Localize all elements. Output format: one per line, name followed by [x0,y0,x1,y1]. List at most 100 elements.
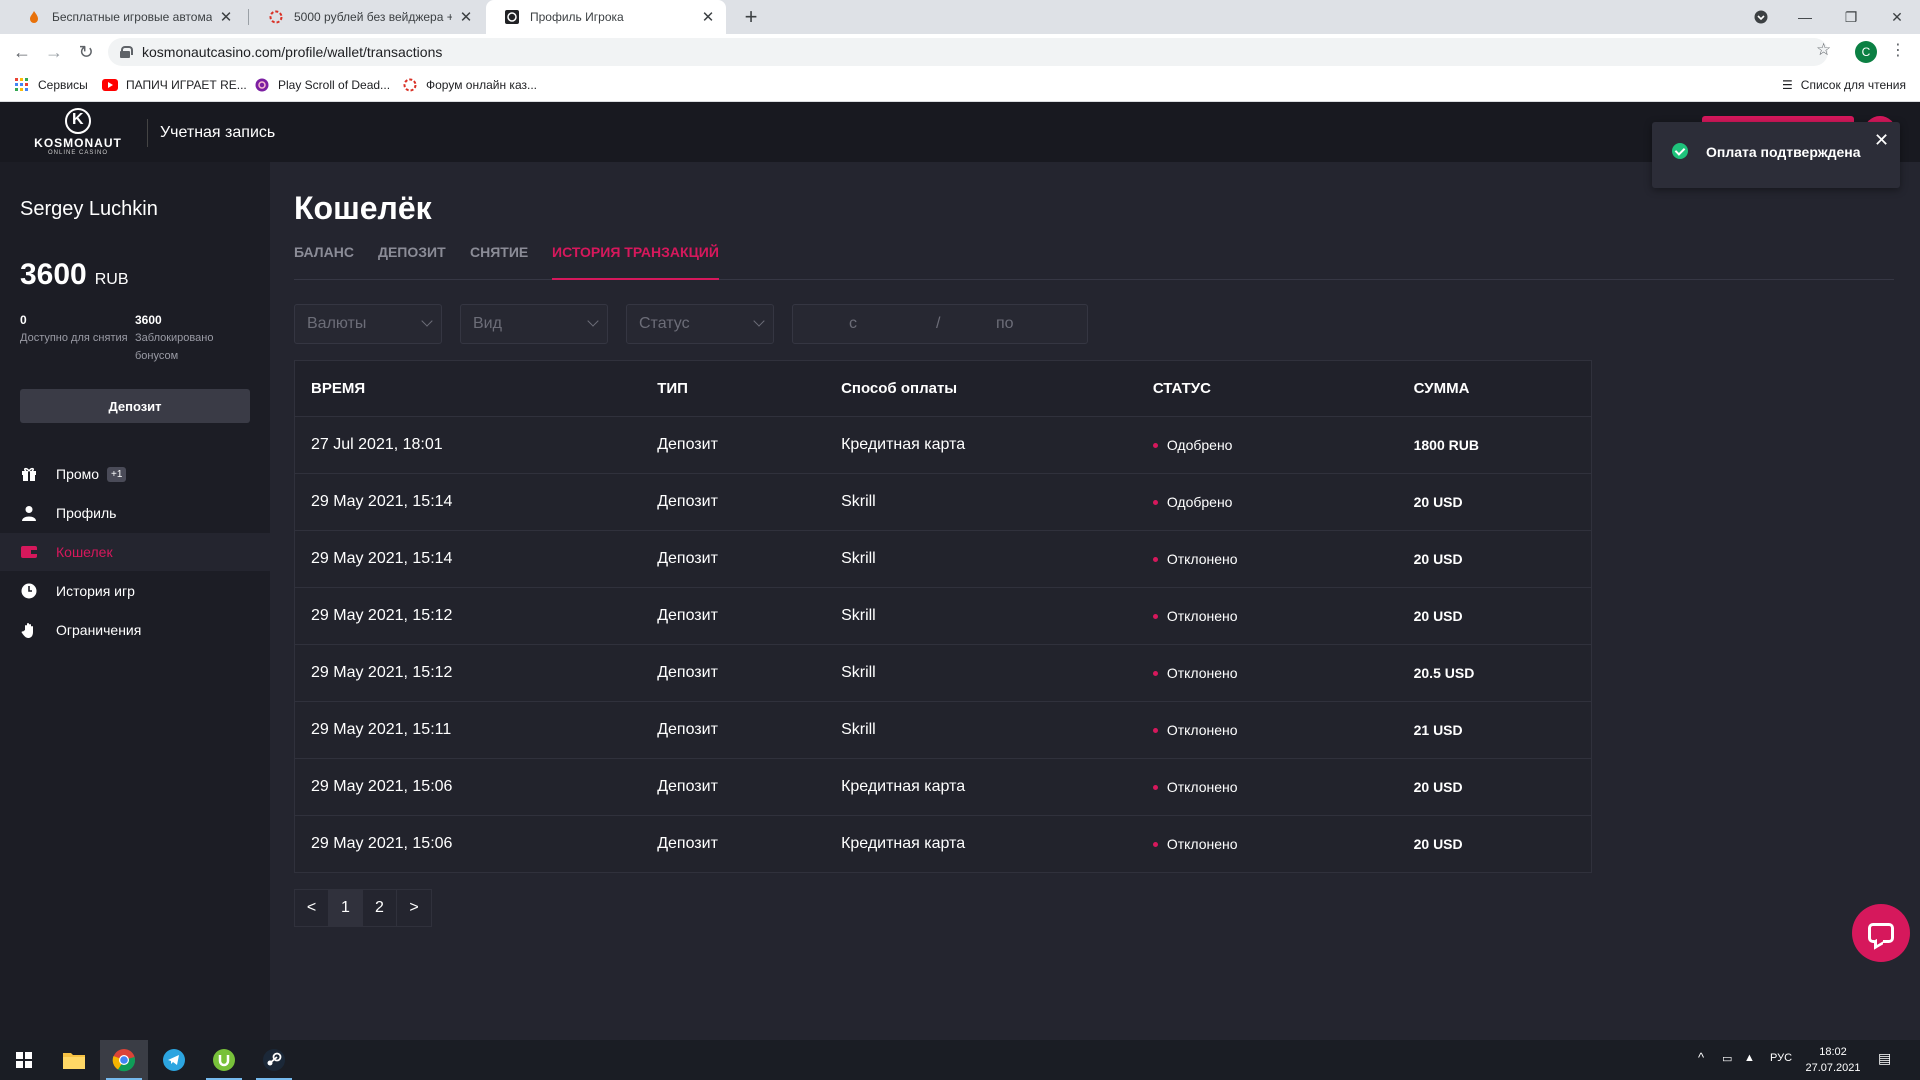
status-dot-icon [1152,670,1158,676]
cell-type: Депозит [641,473,826,531]
folder-icon [63,1053,85,1069]
cell-time: 27 Jul 2021, 18:01 [294,416,642,474]
live-chat-button[interactable] [1852,904,1910,962]
bookmark-forum[interactable]: Форум онлайн каз... [402,78,537,92]
status-dot-icon [1152,784,1158,790]
flame-icon [26,9,42,25]
kosmonaut-logo-icon [65,108,91,134]
bookmark-label: Play Scroll of Dead... [278,78,391,92]
browser-tab-1[interactable]: Бесплатные игровые автоматы ✕ [8,0,244,34]
close-icon[interactable]: ✕ [458,9,474,26]
cell-amount: 20 USD [1397,758,1592,816]
close-icon[interactable]: ✕ [1874,130,1889,151]
reload-button[interactable]: ↻ [74,40,98,64]
cell-status: Отклонено [1136,530,1398,588]
date-from-input[interactable]: с [849,315,857,333]
taskbar-utorrent[interactable] [200,1040,248,1080]
close-icon[interactable]: ✕ [218,9,234,26]
chevron-down-icon [587,315,599,327]
pagination-page-1[interactable]: 1 [329,890,363,926]
table-row: 29 May 2021, 15:12 Депозит Skrill Отклон… [294,587,1592,645]
cell-time: 29 May 2021, 15:14 [294,530,642,588]
sidebar-item-promo[interactable]: Промо +1 [0,455,270,493]
cell-type: Депозит [641,587,826,645]
cell-time: 29 May 2021, 15:06 [294,758,642,816]
taskbar-chrome[interactable] [100,1040,148,1080]
close-icon[interactable]: ✕ [700,9,716,26]
close-window-button[interactable]: ✕ [1874,0,1920,34]
cell-method: Skrill [825,587,1137,645]
tray-language[interactable]: РУС [1770,1052,1792,1064]
new-tab-button[interactable]: + [738,4,764,30]
sidebar: Sergey Luchkin 3600 RUB 0 Доступно для с… [0,162,270,1040]
bookmark-services[interactable]: Сервисы [14,78,88,92]
status-dot-icon [1152,499,1158,505]
pagination-next-button[interactable]: > [397,890,431,926]
bookmark-label: Форум онлайн каз... [426,78,537,92]
table-header-row: ВРЕМЯ ТИП Способ оплаты СТАТУС СУММА [294,360,1592,417]
lock-icon [120,46,133,58]
restore-button[interactable]: ❐ [1828,0,1874,34]
pagination-prev-button[interactable]: < [295,890,329,926]
pagination-page-2[interactable]: 2 [363,890,397,926]
sidebar-item-limits[interactable]: Ограничения [0,611,270,649]
back-button[interactable]: ← [10,40,34,64]
bookmark-play-scroll[interactable]: Play Scroll of Dead... [254,78,390,92]
cell-status: Отклонено [1136,701,1398,759]
forum-icon [268,9,284,25]
check-circle-icon [1672,143,1688,159]
status-filter-select[interactable]: Статус [626,304,774,344]
cell-status: Одобрено [1136,416,1398,474]
bookmark-star-icon[interactable]: ☆ [1816,40,1831,60]
sidebar-item-wallet[interactable]: Кошелек [0,533,270,571]
site-logo[interactable]: KOSMONAUT ONLINE CASINO [26,106,130,160]
status-dot-icon [1152,727,1158,733]
tab-balance[interactable]: БАЛАНС [294,242,354,280]
blocked-label: Заблокировано бонусом [135,332,214,362]
tab-deposit[interactable]: ДЕПОЗИТ [378,242,446,280]
spiral-icon [254,78,270,92]
logo-name: KOSMONAUT [34,136,122,150]
sidebar-deposit-button[interactable]: Депозит [20,389,250,423]
date-to-input[interactable]: по [996,315,1014,333]
tray-expand-icon[interactable]: ^ [1698,1050,1704,1065]
browser-tab-2[interactable]: 5000 рублей без вейджера + пр ✕ [250,0,484,34]
media-control-icon[interactable] [1738,0,1784,34]
status-dot-icon [1152,442,1158,448]
table-row: 29 May 2021, 15:06 Депозит Кредитная кар… [295,816,1592,873]
forward-button[interactable]: → [42,40,66,64]
bookmarks-bar: Сервисы ПАПИЧ ИГРАЕТ RE... Play Scroll o… [0,70,1920,102]
tab-transaction-history[interactable]: ИСТОРИЯ ТРАНЗАКЦИЙ [552,242,719,280]
start-button[interactable] [0,1040,48,1080]
notifications-icon[interactable]: ▤ [1878,1050,1891,1067]
taskbar-clock[interactable]: 18:02 27.07.2021 [1800,1044,1866,1076]
sidebar-item-game-history[interactable]: История игр [0,572,270,610]
network-icon[interactable]: ▲ [1744,1052,1755,1064]
taskbar-steam[interactable] [250,1040,298,1080]
type-filter-select[interactable]: Вид [460,304,608,344]
sidebar-item-profile[interactable]: Профиль [0,494,270,532]
bookmark-youtube[interactable]: ПАПИЧ ИГРАЕТ RE... [102,78,247,92]
cell-type: Депозит [641,701,826,759]
currency-filter-select[interactable]: Валюты [294,304,442,344]
wallet-icon [20,543,38,561]
balance-currency: RUB [94,271,129,288]
taskbar-telegram[interactable] [150,1040,198,1080]
chevron-down-icon [753,315,765,327]
available-balance: 0 Доступно для снятия [20,313,130,347]
taskbar-file-explorer[interactable] [50,1040,98,1080]
minimize-button[interactable]: — [1782,0,1828,34]
url-input[interactable]: kosmonautcasino.com/profile/wallet/trans… [108,38,1828,66]
kosmonaut-logo-icon [504,9,520,25]
tab-withdrawal[interactable]: СНЯТИЕ [470,242,528,280]
column-header-time: ВРЕМЯ [294,360,642,417]
tray-device-icon[interactable]: ▭ [1722,1052,1732,1065]
menu-kebab-icon[interactable]: ⋮ [1890,40,1906,60]
profile-avatar[interactable]: C [1855,41,1877,63]
logo-subtitle: ONLINE CASINO [47,150,108,156]
column-header-method: Способ оплаты [825,360,1137,417]
chevron-down-icon [421,315,433,327]
reading-list-button[interactable]: ☰ Список для чтения [1782,78,1906,92]
browser-tab-3[interactable]: Профиль Игрока ✕ [486,0,726,34]
table-row: 27 Jul 2021, 18:01 Депозит Кредитная кар… [294,416,1592,474]
